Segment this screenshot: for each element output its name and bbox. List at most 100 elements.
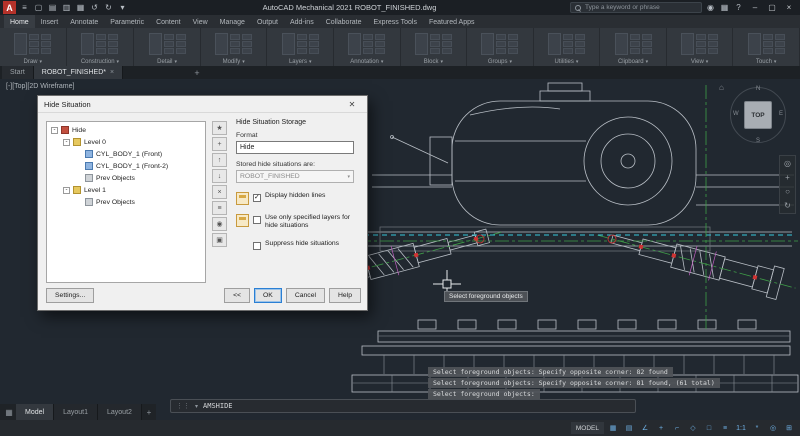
viewport-controls[interactable]: [-][Top][2D Wireframe] — [6, 83, 74, 90]
ribbon-tool-icon[interactable] — [642, 48, 652, 54]
ribbon-tool-icon[interactable] — [375, 34, 385, 40]
ribbon-tool-icon[interactable] — [642, 34, 652, 40]
ribbon-panel-label[interactable]: Clipboard — [603, 57, 663, 66]
command-options-icon[interactable]: ▾ — [195, 403, 198, 410]
tree-item[interactable]: CYL_BODY_1 (Front-2) — [47, 160, 205, 172]
ribbon-tool-icon[interactable] — [442, 48, 452, 54]
ribbon-tool-icon[interactable] — [508, 48, 518, 54]
ribbon-tool-icon[interactable] — [348, 33, 361, 55]
grid-icon[interactable]: ▦ — [606, 422, 620, 434]
ribbon-tool-icon[interactable] — [176, 48, 186, 54]
ribbon-tool-icon[interactable] — [176, 34, 186, 40]
ribbon-tool-icon[interactable] — [297, 34, 307, 40]
ribbon-tool-icon[interactable] — [230, 41, 240, 47]
ribbon-panel-label[interactable]: Draw — [3, 57, 63, 66]
ribbon-tool-icon[interactable] — [108, 34, 118, 40]
workspace-icon[interactable]: * — [750, 422, 764, 434]
ribbon-tool-icon[interactable] — [763, 48, 773, 54]
annotation-monitor-icon[interactable]: ◎ — [766, 422, 780, 434]
file-tab[interactable]: ROBOT_FINISHED* — [34, 66, 123, 79]
ribbon-tool-icon[interactable] — [149, 33, 162, 55]
ribbon-panel-label[interactable]: Groups — [470, 57, 530, 66]
list-icon[interactable]: ≡ — [212, 201, 227, 215]
open-file-icon[interactable]: ▤ — [46, 1, 59, 14]
layout-list-icon[interactable]: ▦ — [2, 404, 16, 420]
new-tab-button[interactable]: + — [190, 66, 204, 79]
command-bar-grip-icon[interactable]: ⋮⋮ — [176, 402, 190, 410]
ribbon-tab[interactable]: Output — [251, 15, 284, 28]
print-icon[interactable]: ▦ — [74, 1, 87, 14]
ribbon-panel-label[interactable]: Touch — [736, 57, 796, 66]
ribbon-tool-icon[interactable] — [375, 41, 385, 47]
move-down-icon[interactable]: ↓ — [212, 169, 227, 183]
ribbon-tool-icon[interactable] — [496, 34, 506, 40]
save-icon[interactable]: ▥ — [60, 1, 73, 14]
model-toggle[interactable]: MODEL — [571, 422, 604, 434]
ribbon-tool-icon[interactable] — [708, 41, 718, 47]
ribbon-tool-icon[interactable] — [282, 33, 295, 55]
tree-item[interactable]: Prev Objects — [47, 196, 205, 208]
ribbon-tool-icon[interactable] — [708, 34, 718, 40]
option-checkbox[interactable] — [253, 242, 261, 250]
ribbon-tool-icon[interactable] — [775, 41, 785, 47]
ribbon-tool-icon[interactable] — [615, 33, 628, 55]
display-icon[interactable]: ▣ — [212, 233, 227, 247]
ribbon-tool-icon[interactable] — [508, 41, 518, 47]
layout-tab[interactable]: Layout2 — [98, 404, 142, 420]
ribbon-tool-icon[interactable] — [108, 48, 118, 54]
add-situation-icon[interactable]: + — [212, 137, 227, 151]
ribbon-tool-icon[interactable] — [309, 48, 319, 54]
ribbon-tool-icon[interactable] — [630, 34, 640, 40]
viewcube-west[interactable]: W — [733, 111, 739, 117]
ribbon-tool-icon[interactable] — [29, 41, 39, 47]
maximize-button[interactable]: ▢ — [764, 1, 780, 14]
ribbon-tool-icon[interactable] — [696, 41, 706, 47]
ribbon-tool-icon[interactable] — [575, 48, 585, 54]
redo-icon[interactable]: ↻ — [102, 1, 115, 14]
delete-icon[interactable]: × — [212, 185, 227, 199]
ribbon-tool-icon[interactable] — [176, 41, 186, 47]
ribbon-tool-icon[interactable] — [415, 33, 428, 55]
ribbon-tool-icon[interactable] — [242, 34, 252, 40]
ribbon-tool-icon[interactable] — [575, 41, 585, 47]
ribbon-tool-icon[interactable] — [242, 41, 252, 47]
ribbon-tool-icon[interactable] — [563, 41, 573, 47]
settings-button[interactable]: Settings... — [46, 288, 94, 303]
ribbon-tool-icon[interactable] — [481, 33, 494, 55]
polar-icon[interactable]: ◇ — [686, 422, 700, 434]
command-input[interactable]: AMSHIDE — [203, 402, 233, 410]
ribbon-tool-icon[interactable] — [29, 34, 39, 40]
ribbon-tool-icon[interactable] — [230, 34, 240, 40]
viewcube-top-face[interactable]: TOP — [744, 101, 772, 129]
tree-expander-icon[interactable] — [51, 127, 58, 134]
tree-expander-icon[interactable] — [63, 187, 70, 194]
tree-expander-icon[interactable] — [63, 139, 70, 146]
ribbon-tool-icon[interactable] — [442, 34, 452, 40]
snapshot-icon[interactable]: ◉ — [212, 217, 227, 231]
ribbon-tool-icon[interactable] — [230, 48, 240, 54]
undo-icon[interactable]: ↺ — [88, 1, 101, 14]
ribbon-tab[interactable]: Featured Apps — [423, 15, 481, 28]
search-input[interactable]: Type a keyword or phrase — [570, 2, 702, 13]
ribbon-tool-icon[interactable] — [748, 33, 761, 55]
layout-tab[interactable]: Model — [16, 404, 54, 420]
ribbon-tool-icon[interactable] — [775, 48, 785, 54]
tree-item[interactable]: Level 0 — [47, 136, 205, 148]
new-file-icon[interactable]: ▢ — [32, 1, 45, 14]
autocad-logo-icon[interactable]: A — [3, 1, 16, 14]
close-button[interactable]: × — [781, 1, 797, 14]
file-tab[interactable]: Start — [2, 66, 34, 79]
ribbon-tab[interactable]: Add-ins — [284, 15, 320, 28]
ok-button[interactable]: OK — [254, 288, 282, 303]
ribbon-tool-icon[interactable] — [642, 41, 652, 47]
ribbon-tool-icon[interactable] — [375, 48, 385, 54]
ribbon-tab[interactable]: Annotate — [64, 15, 104, 28]
ribbon-tab[interactable]: View — [187, 15, 214, 28]
viewcube[interactable]: ⌂ N S W E TOP — [730, 87, 786, 143]
ribbon-tool-icon[interactable] — [630, 41, 640, 47]
lineweight-icon[interactable]: ≡ — [718, 422, 732, 434]
annotation-scale[interactable]: 1:1 — [734, 422, 748, 434]
osnap-icon[interactable]: □ — [702, 422, 716, 434]
ribbon-tool-icon[interactable] — [430, 34, 440, 40]
sign-in-icon[interactable]: ◉ — [704, 1, 717, 14]
